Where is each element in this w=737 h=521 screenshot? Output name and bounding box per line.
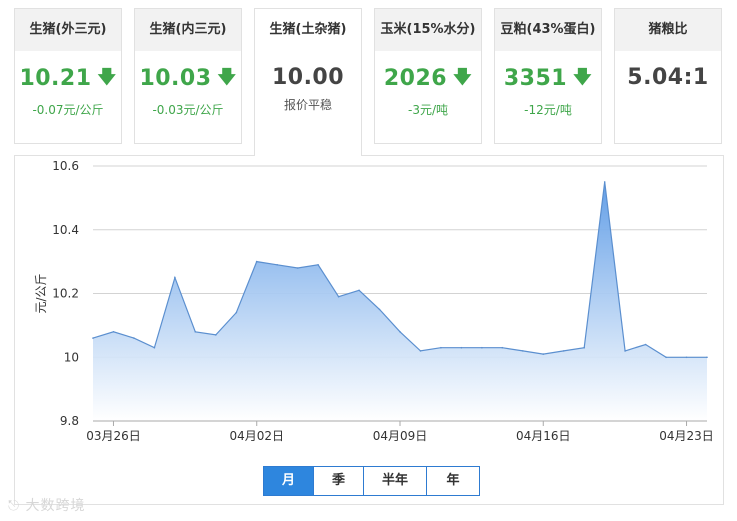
card-change: -0.07元/公斤: [32, 103, 104, 117]
watermark: ⎋ 大数跨境: [8, 495, 86, 515]
data-point: [419, 350, 422, 352]
data-point: [542, 353, 545, 355]
data-point: [255, 260, 258, 263]
x-tick-label: 04月16日: [516, 429, 571, 443]
range-half-year-button[interactable]: 半年: [364, 467, 427, 495]
data-point: [235, 311, 238, 314]
card-title: 玉米(15%水分): [375, 9, 481, 51]
card-title: 豆粕(43%蛋白): [495, 9, 601, 51]
range-season-button[interactable]: 季: [314, 467, 364, 495]
data-point: [706, 356, 708, 359]
data-point: [296, 267, 299, 269]
data-point: [358, 289, 360, 292]
data-point: [501, 346, 504, 349]
y-tick-label: 10.2: [52, 287, 79, 301]
card-pig-outer[interactable]: 生猪(外三元) 10.21 🡇 -0.07元/公斤: [14, 8, 122, 144]
data-point: [133, 337, 135, 339]
card-price: 2026 🡇: [383, 66, 473, 91]
series-area: [93, 181, 707, 421]
x-tick-label: 03月26日: [86, 429, 141, 443]
y-axis-label: 元/公斤: [34, 273, 48, 313]
card-price: 5.04:1: [627, 65, 709, 90]
arrow-down-icon: 🡇: [573, 67, 593, 88]
chart-panel: 9.8 10 10.2 10.4 10.6 03月26日 04月02日 04月09日 04月16…: [14, 155, 724, 505]
card-title: 生猪(土杂猪): [255, 9, 361, 51]
data-point: [92, 337, 94, 339]
card-title: 生猪(外三元): [15, 9, 121, 51]
x-tick-label: 04月02日: [229, 429, 284, 443]
y-tick-label: 10.4: [52, 223, 79, 237]
data-point: [317, 264, 319, 266]
data-point: [337, 295, 340, 298]
x-tick-label: 04月09日: [373, 429, 428, 443]
data-point: [460, 346, 463, 349]
data-point: [522, 350, 524, 352]
data-point: [481, 346, 483, 349]
data-point: [112, 331, 115, 333]
card-change: 报价平稳: [283, 98, 332, 112]
card-pig-native[interactable]: 生猪(土杂猪) 10.00 报价平稳: [254, 8, 362, 156]
card-pig-inner[interactable]: 生猪(内三元) 10.03 🡇 -0.03元/公斤: [134, 8, 242, 144]
data-point: [603, 181, 606, 183]
card-price: 10.00: [271, 65, 345, 90]
data-point: [378, 308, 381, 311]
card-price: 10.21 🡇: [19, 66, 117, 91]
range-year-button[interactable]: 年: [427, 467, 479, 495]
card-price: 10.03 🡇: [139, 66, 237, 91]
arrow-down-icon: 🡇: [453, 67, 473, 88]
price-cards: 生猪(外三元) 10.21 🡇 -0.07元/公斤 生猪(内三元) 10.03 🡇 …: [14, 8, 724, 156]
arrow-down-icon: 🡇: [217, 67, 237, 88]
price-chart: 9.8 10 10.2 10.4 10.6 03月26日 04月02日 04月09日 04月16…: [34, 159, 714, 443]
card-title: 猪粮比: [615, 9, 721, 51]
x-tick-label: 04月23日: [659, 429, 714, 443]
data-point: [194, 331, 197, 333]
data-point: [215, 334, 217, 336]
data-point: [174, 276, 176, 279]
range-month-button[interactable]: 月: [264, 467, 314, 495]
y-tick-label: 9.8: [60, 414, 79, 428]
data-point: [685, 356, 688, 359]
card-soymeal[interactable]: 豆粕(43%蛋白) 3351 🡇 -12元/吨: [494, 8, 602, 144]
card-change: -0.03元/公斤: [152, 103, 224, 117]
logo-icon: ⎋: [8, 498, 21, 514]
card-pig-grain-ratio[interactable]: 猪粮比 5.04:1: [614, 8, 722, 144]
card-corn[interactable]: 玉米(15%水分) 2026 🡇 -3元/吨: [374, 8, 482, 144]
card-title: 生猪(内三元): [135, 9, 241, 51]
range-selector: 月 季 半年 年: [263, 466, 480, 496]
watermark-text: 大数跨境: [25, 498, 86, 514]
card-change: -3元/吨: [407, 103, 448, 117]
data-point: [665, 356, 667, 359]
y-tick-label: 10.6: [52, 159, 79, 173]
data-point: [276, 264, 279, 266]
data-point: [583, 346, 585, 349]
data-point: [153, 346, 156, 349]
y-tick-label: 10: [64, 350, 79, 364]
data-point: [562, 350, 565, 352]
data-point: [399, 331, 401, 333]
arrow-down-icon: 🡇: [97, 67, 117, 88]
data-point: [624, 350, 626, 352]
card-change: -12元/吨: [524, 103, 572, 117]
data-point: [644, 343, 647, 346]
data-point: [440, 346, 442, 349]
card-price: 3351 🡇: [503, 66, 593, 91]
